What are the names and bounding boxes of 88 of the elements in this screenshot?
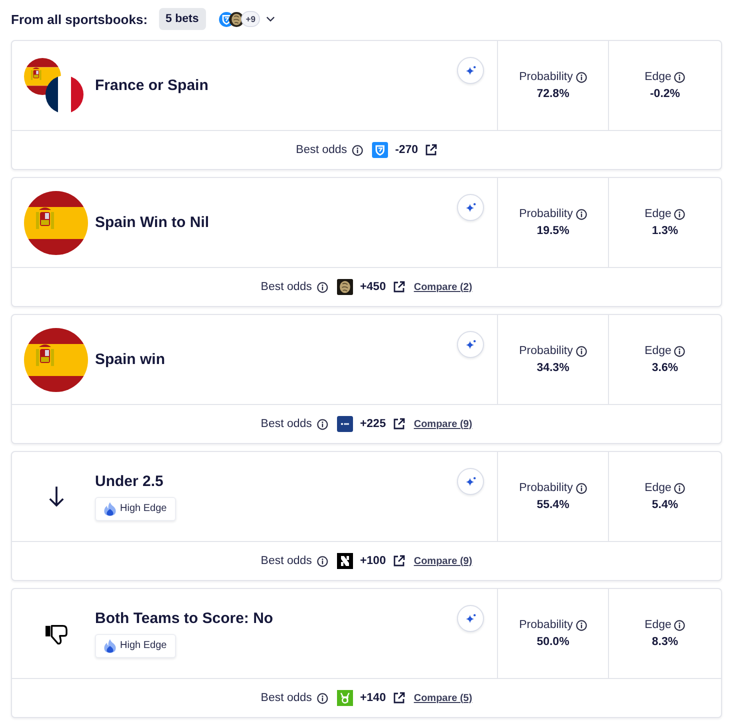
edge-value: 5.4%	[652, 499, 678, 511]
probability-label: Probability	[519, 482, 573, 494]
best-odds-label: Best odds	[260, 418, 312, 430]
bet-title: Spain Win to Nil	[95, 214, 210, 231]
header-label: From all sportsbooks:	[11, 12, 148, 26]
edge-label: Edge	[644, 208, 672, 220]
sparkle-button[interactable]	[457, 605, 484, 632]
sparkle-icon	[464, 612, 476, 624]
external-link-icon[interactable]	[392, 692, 405, 704]
spain-flag-icon	[24, 328, 88, 392]
chevron-down-icon[interactable]	[266, 16, 276, 22]
bet-title: Under 2.5	[95, 472, 164, 490]
compare-link[interactable]: Compare (5)	[414, 692, 472, 704]
horns-logo-icon	[336, 690, 353, 706]
external-link-icon[interactable]	[392, 555, 405, 567]
probability-label: Probability	[519, 208, 573, 220]
compare-link[interactable]: Compare (2)	[414, 282, 472, 292]
info-icon[interactable]	[316, 282, 328, 292]
info-icon[interactable]	[316, 556, 328, 566]
sparkle-button[interactable]	[457, 468, 484, 495]
info-icon[interactable]	[316, 692, 328, 704]
info-icon[interactable]	[576, 346, 587, 356]
info-icon[interactable]	[316, 418, 328, 430]
bet-title: France or Spain	[95, 77, 208, 94]
probability-label: Probability	[519, 71, 573, 83]
flame-icon	[104, 638, 116, 652]
info-icon[interactable]	[674, 620, 686, 630]
edge-label: Edge	[644, 619, 672, 631]
info-icon[interactable]	[674, 346, 686, 356]
sparkle-icon	[464, 202, 476, 214]
edge-label: Edge	[644, 482, 672, 494]
probability-value: 72.8%	[536, 88, 570, 100]
sparkle-button[interactable]	[457, 331, 484, 358]
edge-label: Edge	[644, 345, 672, 357]
more-books-count: +9	[240, 11, 260, 27]
sparkle-button[interactable]	[457, 57, 484, 84]
sparkle-button[interactable]	[457, 194, 484, 221]
info-icon[interactable]	[576, 208, 587, 220]
shield-logo-icon	[372, 142, 388, 158]
probability-value: 55.4%	[536, 499, 570, 511]
info-icon[interactable]	[352, 144, 364, 156]
emblem-logo-icon	[228, 12, 244, 26]
france-flag-icon	[46, 75, 84, 113]
edge-tag-text: High Edge	[120, 503, 167, 514]
external-link-icon[interactable]	[392, 418, 405, 430]
best-odds-label: Best odds	[296, 144, 348, 156]
compare-link[interactable]: Compare (9)	[414, 556, 472, 566]
edge-label: Edge	[644, 71, 672, 83]
compare-link[interactable]: Compare (9)	[414, 418, 472, 430]
edge-value: 8.3%	[652, 636, 678, 648]
probability-value: 50.0%	[536, 636, 570, 648]
probability-value: 34.3%	[536, 362, 570, 374]
arrow-down-icon	[48, 486, 64, 507]
stripe-logo-icon	[336, 416, 353, 432]
slash-logo-icon	[336, 553, 353, 569]
external-link-icon[interactable]	[392, 281, 405, 293]
thumbs-down-icon	[44, 622, 68, 644]
odds-value: +450	[360, 281, 386, 293]
info-icon[interactable]	[576, 620, 587, 630]
probability-label: Probability	[519, 345, 573, 357]
best-odds-label: Best odds	[260, 555, 312, 567]
sparkle-icon	[464, 338, 476, 350]
sparkle-icon	[464, 476, 476, 488]
probability-value: 19.5%	[536, 225, 570, 237]
edge-value: 3.6%	[652, 362, 678, 374]
info-icon[interactable]	[576, 482, 587, 494]
odds-value: +140	[360, 692, 386, 704]
edge-tag-text: High Edge	[120, 640, 167, 651]
spain-flag-icon	[24, 190, 88, 254]
sparkle-icon	[464, 64, 476, 76]
odds-value: +100	[360, 555, 386, 567]
bet-count-chip: 5 bets	[158, 8, 206, 30]
bet-title: Spain win	[95, 351, 166, 368]
bet-title: Both Teams to Score: No	[95, 610, 274, 626]
best-odds-label: Best odds	[260, 281, 312, 293]
info-icon[interactable]	[674, 72, 686, 82]
odds-value: -270	[395, 144, 418, 156]
info-icon[interactable]	[576, 72, 587, 82]
odds-value: +225	[360, 418, 386, 430]
emblem-logo-icon	[336, 279, 353, 295]
edge-value: -0.2%	[650, 88, 680, 100]
external-link-icon[interactable]	[425, 144, 438, 156]
info-icon[interactable]	[674, 482, 686, 494]
edge-value: 1.3%	[652, 225, 678, 237]
info-icon[interactable]	[674, 208, 686, 220]
flame-icon	[104, 502, 116, 516]
probability-label: Probability	[519, 619, 573, 631]
best-odds-label: Best odds	[260, 692, 312, 704]
